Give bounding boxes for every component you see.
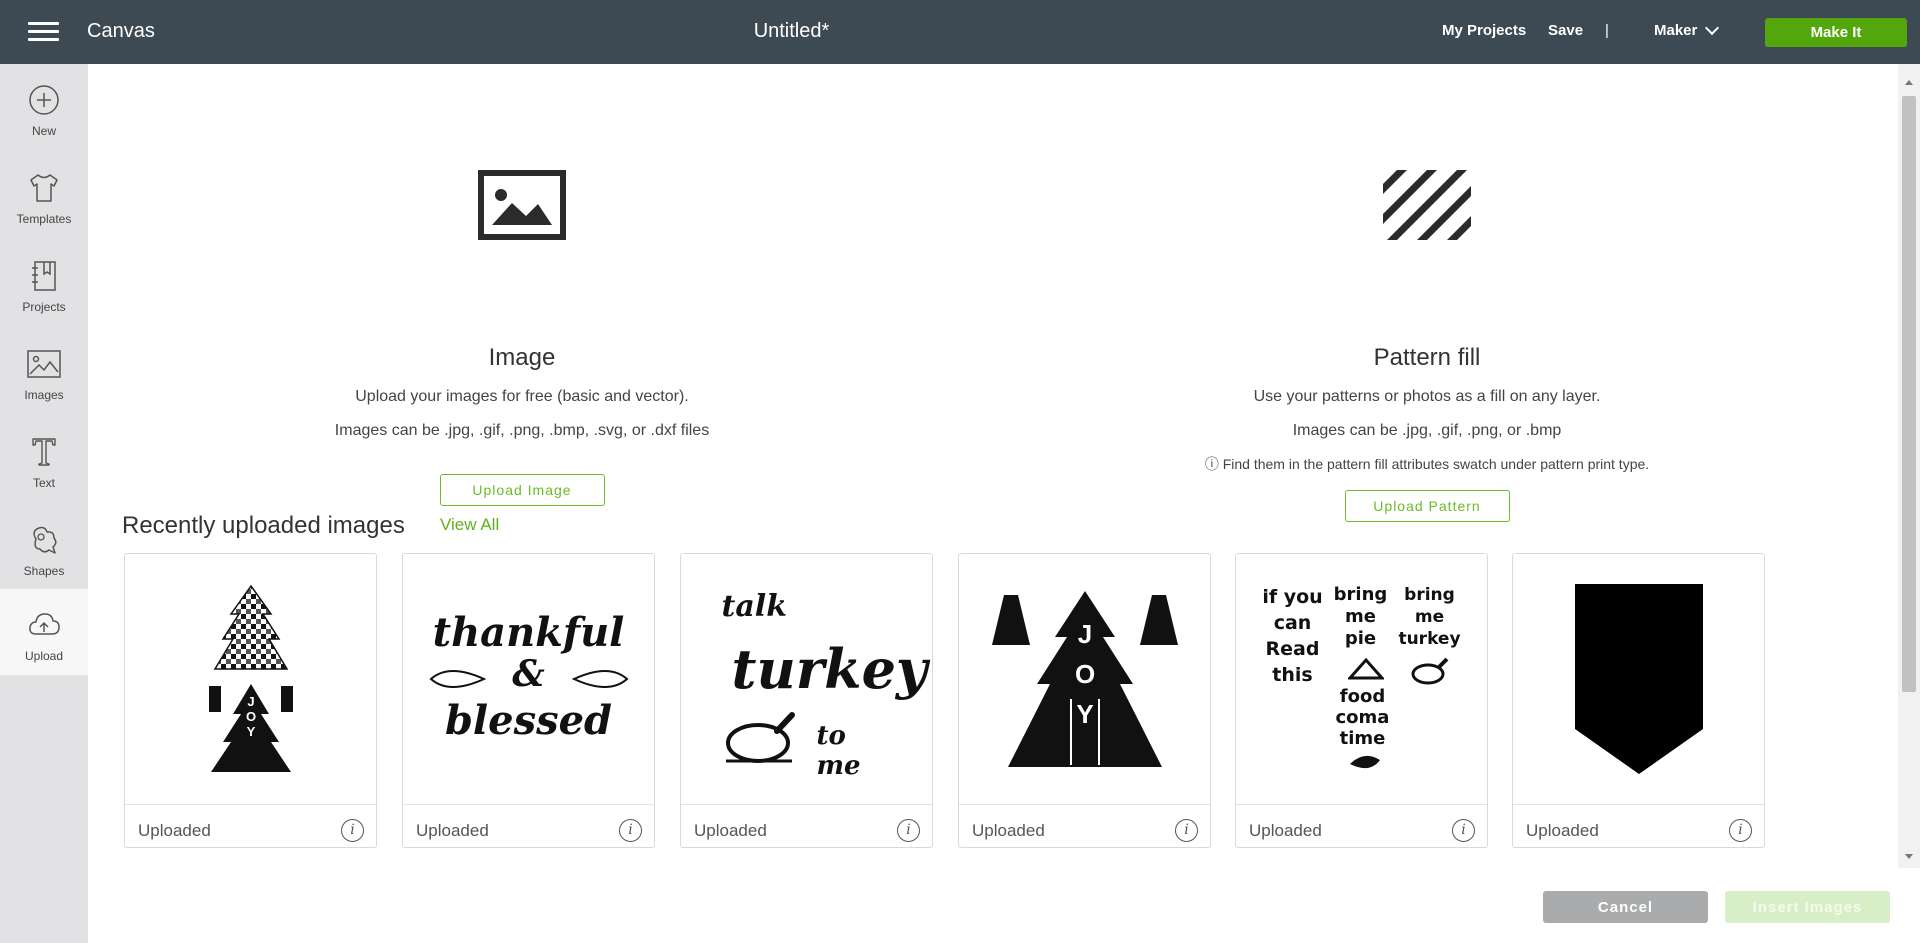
cancel-button[interactable]: Cancel	[1543, 891, 1708, 923]
make-it-button[interactable]: Make It	[1765, 18, 1907, 47]
sidebar-item-images[interactable]: Images	[0, 328, 88, 414]
sidebar-item-upload[interactable]: Upload	[0, 589, 88, 675]
image-upload-section: Image Upload your images for free (basic…	[222, 170, 822, 506]
sidebar-item-label: Shapes	[23, 564, 65, 578]
thumbnail-art-text: bring me turkey	[1398, 585, 1461, 649]
cornucopia-icon	[1349, 755, 1380, 769]
cloud-upload-icon	[26, 607, 62, 643]
card-label: Uploaded	[972, 821, 1045, 840]
sidebar-item-shapes[interactable]: Shapes	[0, 504, 88, 590]
sidebar-item-projects[interactable]: Projects	[0, 240, 88, 326]
info-icon[interactable]: i	[1729, 819, 1752, 842]
header-separator: |	[1605, 22, 1609, 39]
left-sidebar: New Templates Projects Images Text Shape…	[0, 64, 88, 943]
vertical-scrollbar[interactable]	[1898, 64, 1920, 868]
sidebar-item-label: Upload	[24, 649, 64, 663]
card-label: Uploaded	[138, 821, 211, 840]
recent-uploads-heading: Recently uploaded images	[122, 512, 405, 539]
sidebar-item-text[interactable]: Text	[0, 416, 88, 502]
scroll-up-arrow-icon[interactable]	[1905, 80, 1913, 85]
pattern-upload-section: Pattern fill Use your patterns or photos…	[1127, 170, 1727, 522]
image-thumbnail: talk turkey to me	[681, 554, 932, 805]
pattern-file-types: Images can be .jpg, .gif, .png, or .bmp	[1292, 422, 1562, 439]
machine-selector[interactable]: Maker	[1654, 20, 1720, 39]
thumbnail-art-text: thankful	[432, 609, 625, 656]
sidebar-item-templates[interactable]: Templates	[0, 152, 88, 238]
thumbnail-art-text: bring me pie	[1333, 584, 1388, 649]
image-title: Image	[488, 344, 556, 371]
thumbnail-art-text: blessed	[444, 697, 613, 744]
scroll-thumb[interactable]	[1902, 96, 1916, 692]
image-thumbnail: if you can Read this bring me pie bring me turk…	[1236, 554, 1487, 805]
pennant-shape	[1574, 584, 1703, 774]
notebook-icon	[26, 258, 62, 294]
thumbnail-art-text: food coma time	[1335, 686, 1390, 749]
uploaded-image-card[interactable]: Uploaded i	[1512, 553, 1765, 848]
info-icon[interactable]: i	[1452, 819, 1475, 842]
info-icon[interactable]: i	[619, 819, 642, 842]
my-projects-link[interactable]: My Projects	[1442, 22, 1526, 39]
pattern-stripes-icon	[1383, 170, 1471, 240]
uploaded-image-card[interactable]: thankful & blessed Uploaded i	[402, 553, 655, 848]
shapes-icon	[26, 522, 62, 558]
uploaded-image-card[interactable]: JOY Uploaded i	[958, 553, 1211, 848]
uploaded-image-card[interactable]: if you can Read this bring me pie bring me turk…	[1235, 553, 1488, 848]
scroll-down-arrow-icon[interactable]	[1905, 854, 1913, 859]
text-icon	[26, 434, 62, 470]
turkey-icon	[725, 712, 795, 763]
chevron-down-icon	[1705, 20, 1720, 35]
sidebar-item-label: Projects	[22, 300, 66, 314]
image-file-types: Images can be .jpg, .gif, .png, .bmp, .s…	[334, 422, 710, 439]
uploaded-image-card[interactable]: JOY Uploaded i	[124, 553, 377, 848]
pie-icon	[1347, 657, 1384, 680]
card-label: Uploaded	[1249, 821, 1322, 840]
info-icon[interactable]: i	[1175, 819, 1198, 842]
insert-images-button[interactable]: Insert Images	[1725, 891, 1890, 923]
sidebar-item-new[interactable]: New	[0, 64, 88, 150]
thumbnail-art-text: JOY	[1075, 619, 1096, 729]
pattern-hint: ⓘ Find them in the pattern fill attribut…	[1204, 456, 1650, 472]
thumbnail-art-text: to me	[816, 721, 861, 781]
upload-pattern-button[interactable]: Upload Pattern	[1344, 490, 1510, 522]
image-description: Upload your images for free (basic and v…	[355, 388, 689, 405]
machine-label: Maker	[1654, 22, 1698, 39]
tshirt-icon	[26, 170, 62, 206]
pattern-description: Use your patterns or photos as a fill on…	[1253, 388, 1601, 405]
info-icon[interactable]: i	[341, 819, 364, 842]
info-icon[interactable]: i	[897, 819, 920, 842]
image-icon	[26, 346, 62, 382]
sidebar-item-label: Images	[24, 388, 64, 402]
uploaded-image-card[interactable]: talk turkey to me Uploaded i	[680, 553, 933, 848]
turkey-icon	[1411, 657, 1448, 685]
top-bar: Canvas Untitled* My Projects Save | Make…	[0, 0, 1920, 64]
leaf-branch-icon	[428, 670, 629, 688]
view-all-link[interactable]: View All	[440, 515, 499, 535]
thumbnail-art-text: JOY	[245, 694, 257, 739]
pattern-title: Pattern fill	[1373, 344, 1481, 371]
thumbnail-art-text: turkey	[731, 637, 928, 701]
card-label: Uploaded	[1526, 821, 1599, 840]
card-label: Uploaded	[416, 821, 489, 840]
document-title[interactable]: Untitled*	[0, 20, 1583, 43]
sidebar-item-label: Text	[32, 476, 55, 490]
thumbnail-art-text: talk	[721, 589, 787, 624]
image-thumbnail: thankful & blessed	[403, 554, 654, 805]
image-icon	[478, 170, 566, 240]
sidebar-item-label: New	[31, 124, 56, 138]
save-link[interactable]: Save	[1548, 22, 1583, 39]
card-label: Uploaded	[694, 821, 767, 840]
sidebar-item-label: Templates	[16, 212, 72, 226]
image-thumbnail	[125, 554, 376, 805]
image-thumbnail	[1513, 554, 1764, 805]
plus-circle-icon	[26, 82, 62, 118]
upload-image-button[interactable]: Upload Image	[439, 474, 605, 506]
thumbnail-art-text: if you can Read this	[1262, 586, 1323, 686]
